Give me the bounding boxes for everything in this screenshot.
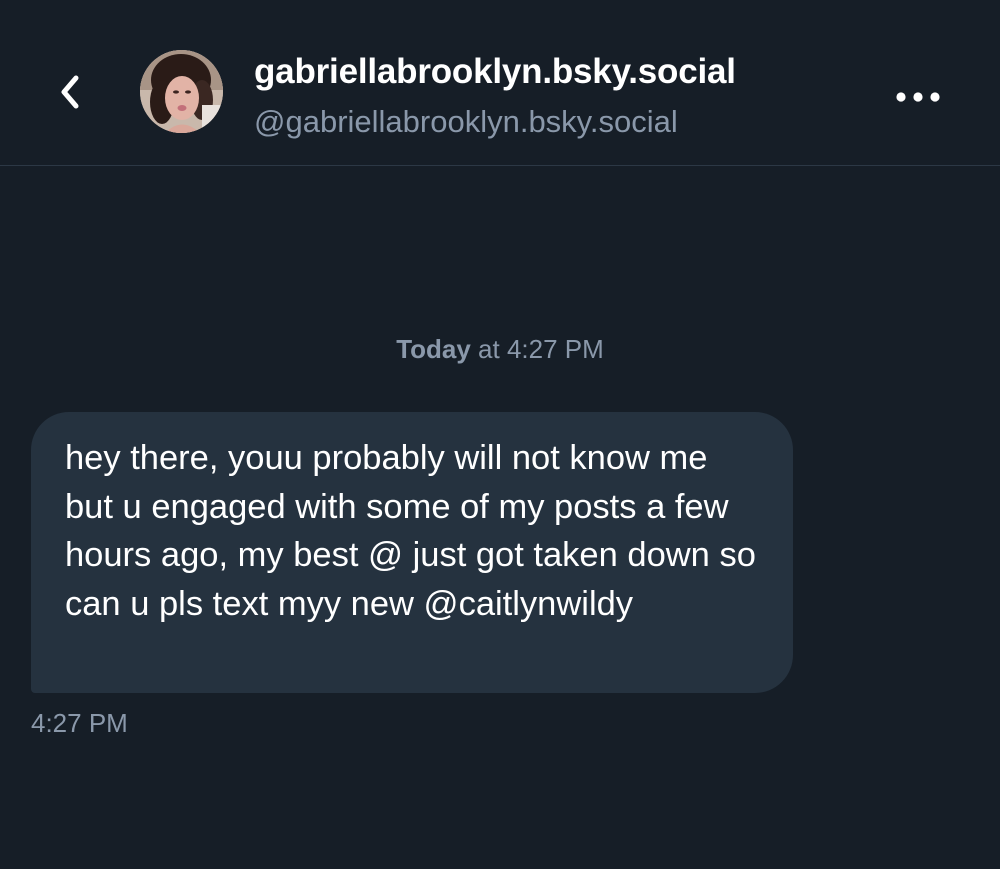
- chevron-left-icon: [61, 75, 79, 109]
- date-divider-day: Today: [396, 334, 471, 364]
- date-divider: Today at 4:27 PM: [0, 334, 1000, 365]
- more-options-button[interactable]: [880, 74, 956, 120]
- display-name[interactable]: gabriellabrooklyn.bsky.social: [254, 52, 736, 92]
- conversation-header: gabriellabrooklyn.bsky.social @gabriella…: [0, 0, 1000, 166]
- ellipsis-horizontal-icon: [896, 92, 940, 102]
- message-text: hey there, youu probably will not know m…: [65, 439, 756, 623]
- message-bubble[interactable]: hey there, youu probably will not know m…: [31, 412, 793, 693]
- date-divider-time: at 4:27 PM: [470, 334, 604, 364]
- avatar[interactable]: [140, 50, 223, 133]
- back-button[interactable]: [44, 62, 96, 122]
- message-timestamp: 4:27 PM: [31, 708, 128, 738]
- handle: @gabriellabrooklyn.bsky.social: [254, 104, 678, 139]
- avatar-image: [140, 50, 223, 133]
